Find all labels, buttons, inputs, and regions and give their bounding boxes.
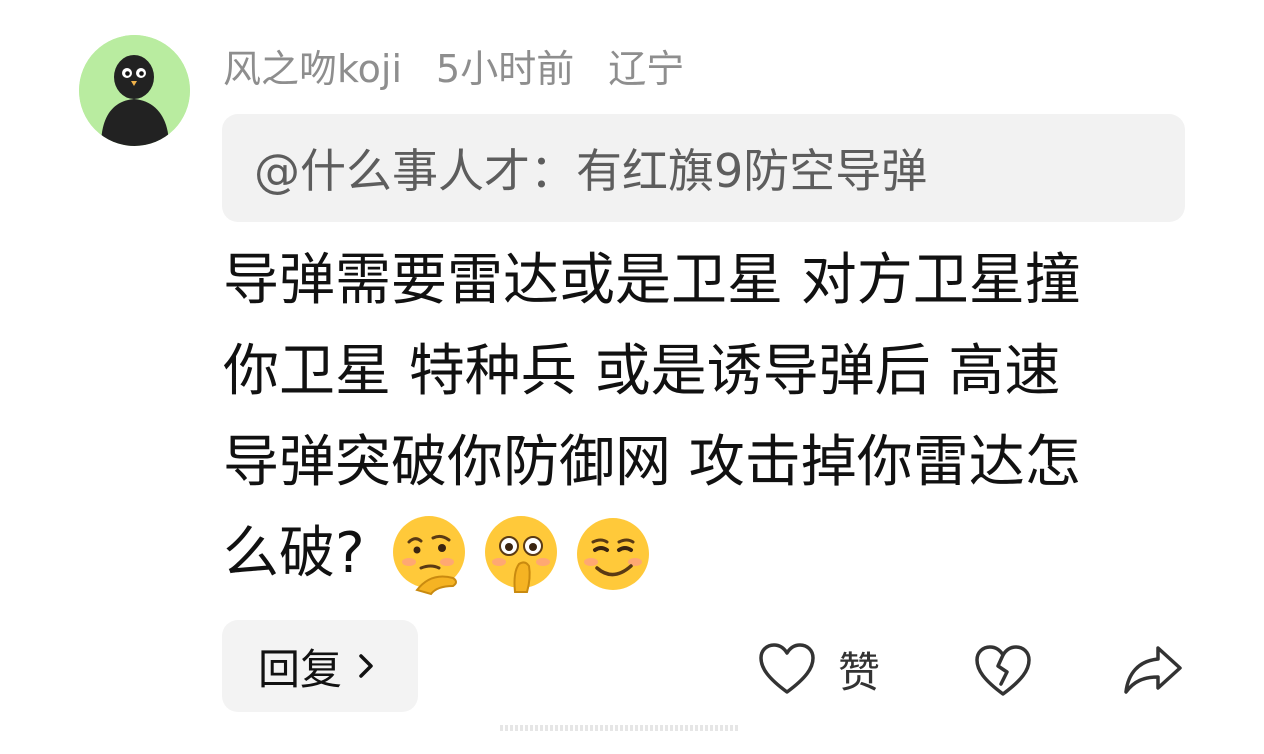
broken-heart-icon — [975, 645, 1031, 696]
quoted-reply[interactable]: @什么事人才：有红旗9防空导弹 — [222, 114, 1185, 222]
comment-last-line: 么破? — [223, 508, 1188, 599]
bird-avatar-icon — [79, 35, 190, 146]
share-arrow-icon — [1124, 646, 1182, 694]
comment-location: 辽宁 — [608, 46, 685, 91]
chevron-right-icon — [359, 654, 373, 678]
comment-time: 5小时前 — [436, 46, 575, 91]
dislike-button[interactable] — [970, 636, 1036, 702]
comment-line: 导弹需要雷达或是卫星 对方卫星撞 — [223, 248, 1081, 313]
like-button[interactable]: 赞 — [758, 636, 880, 702]
emoji-group — [387, 508, 663, 599]
comment-line: 么破? — [223, 521, 365, 586]
smirk-emoji-icon — [576, 517, 649, 590]
comment-body: 导弹需要雷达或是卫星 对方卫星撞 你卫星 特种兵 或是诱导弹后 高速 导弹突破你… — [223, 235, 1188, 599]
comment-line: 你卫星 特种兵 或是诱导弹后 高速 — [223, 339, 1061, 404]
reply-button-label: 回复 — [258, 644, 343, 694]
heart-icon — [759, 643, 815, 694]
like-label: 赞 — [838, 647, 881, 697]
share-button[interactable] — [1120, 636, 1186, 702]
watermark-decoration — [500, 725, 740, 731]
thinking-chin-emoji-icon — [392, 515, 465, 595]
quoted-reply-text: @什么事人才：有红旗9防空导弹 — [254, 144, 928, 198]
comment-line: 导弹突破你防御网 攻击掉你雷达怎 — [223, 430, 1081, 495]
comment-meta: 风之吻koji 5小时前 辽宁 — [223, 38, 685, 93]
avatar[interactable] — [79, 35, 190, 146]
covering-mouth-emoji-icon — [484, 515, 557, 593]
author-name[interactable]: 风之吻koji — [223, 38, 402, 93]
reply-button[interactable]: 回复 — [222, 620, 418, 712]
